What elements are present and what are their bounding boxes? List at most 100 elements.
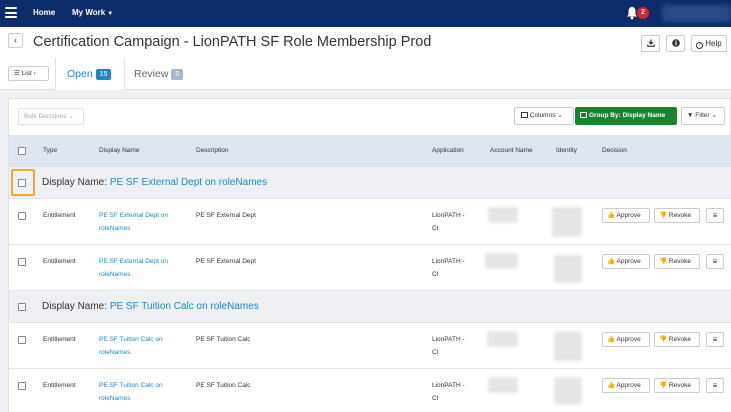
table-header: Type Display Name Description Applicatio… xyxy=(9,135,731,167)
top-navbar: Home My Work ▼ 2 xyxy=(0,0,731,27)
filter-label: Filter xyxy=(695,112,710,119)
approve-label: Approve xyxy=(616,212,641,219)
column-header-type[interactable]: Type xyxy=(43,147,57,154)
account-name-redacted xyxy=(488,207,518,223)
tab-review-count: 0 xyxy=(171,69,184,80)
revoke-button[interactable]: 👎 Revoke xyxy=(654,254,700,269)
row-type: Entitlement xyxy=(43,258,76,265)
menu-icon[interactable] xyxy=(5,7,17,18)
row-app-line1: LionPATH - xyxy=(432,212,465,219)
group-label-value[interactable]: PE SF Tuition Calc on roleNames xyxy=(110,301,259,312)
table-toolbar: Bulk Decisions ⌄ Columns ⌄ Group By: Dis… xyxy=(9,99,731,135)
tab-review[interactable]: Review 0 xyxy=(134,58,184,90)
row-display-name-link[interactable]: PE SF Tuition Calc on roleNames xyxy=(99,379,163,405)
thumbs-down-icon: 👎 xyxy=(659,382,668,389)
certification-card: Bulk Decisions ⌄ Columns ⌄ Group By: Dis… xyxy=(8,98,731,412)
table-row: Entitlement PE SF External Dept on roleNa… xyxy=(9,199,731,245)
nav-my-work-label: My Work xyxy=(72,8,106,17)
columns-label: Columns xyxy=(529,112,556,119)
group-select-checkbox[interactable] xyxy=(18,303,26,311)
revoke-button[interactable]: 👎 Revoke xyxy=(654,208,700,223)
revoke-button[interactable]: 👎 Revoke xyxy=(654,332,700,347)
filter-icon: ▼ xyxy=(687,112,694,119)
row-display-name-link[interactable]: PE SF External Dept on roleNames xyxy=(99,255,168,281)
page-title: Certification Campaign - LionPATH SF Rol… xyxy=(33,34,432,50)
info-icon xyxy=(671,39,680,47)
row-display-name-link[interactable]: PE SF External Dept on roleNames xyxy=(99,209,168,235)
table-row: Entitlement PE SF Tuition Calc on roleNam… xyxy=(9,369,731,412)
nav-my-work-menu[interactable]: My Work ▼ xyxy=(72,8,113,17)
thumbs-down-icon: 👎 xyxy=(659,258,668,265)
column-header-display-name[interactable]: Display Name xyxy=(99,147,139,154)
download-icon xyxy=(646,39,655,47)
row-checkbox[interactable] xyxy=(18,212,26,220)
row-menu-button[interactable]: ≡ xyxy=(706,332,724,347)
row-menu-button[interactable]: ≡ xyxy=(706,208,724,223)
row-app-line2: CI xyxy=(432,225,439,232)
user-menu[interactable] xyxy=(662,5,731,22)
nav-home-link[interactable]: Home xyxy=(33,8,55,17)
info-button[interactable] xyxy=(666,35,685,52)
chevron-right-icon: › xyxy=(33,70,36,77)
filter-button[interactable]: ▼ Filter ⌄ xyxy=(681,107,725,125)
row-application: LionPATH - CI xyxy=(432,209,465,235)
thumbs-up-icon: 👍 xyxy=(607,258,616,265)
chevron-left-icon: ‹ xyxy=(14,35,17,45)
row-checkbox[interactable] xyxy=(18,258,26,266)
tab-review-label: Review xyxy=(134,68,169,80)
approve-label: Approve xyxy=(616,336,641,343)
identity-redacted xyxy=(552,207,582,237)
thumbs-down-icon: 👎 xyxy=(659,336,668,343)
thumbs-down-icon: 👎 xyxy=(659,212,668,219)
row-menu-button[interactable]: ≡ xyxy=(706,254,724,269)
columns-icon xyxy=(521,112,528,118)
row-application: LionPATH - CI xyxy=(432,255,465,281)
list-icon: ☰ xyxy=(14,70,20,77)
row-display-line1: PE SF Tuition Calc on xyxy=(99,336,163,343)
main-panel: Bulk Decisions ⌄ Columns ⌄ Group By: Dis… xyxy=(0,90,731,412)
row-display-line1: PE SF Tuition Calc on xyxy=(99,382,163,389)
column-header-application[interactable]: Application xyxy=(432,147,464,154)
help-button[interactable]: ? Help xyxy=(691,35,727,52)
row-display-name-link[interactable]: PE SF Tuition Calc on roleNames xyxy=(99,333,163,359)
row-display-line2: roleNames xyxy=(99,271,131,278)
bulk-decisions-label: Bulk Decisions xyxy=(24,113,67,120)
row-app-line2: CI xyxy=(432,395,439,402)
chevron-down-icon: ⌄ xyxy=(711,112,717,119)
tab-open-count: 15 xyxy=(95,69,112,80)
group-label-prefix: Display Name: xyxy=(42,177,108,188)
row-checkbox[interactable] xyxy=(18,336,26,344)
row-type: Entitlement xyxy=(43,336,76,343)
columns-button[interactable]: Columns ⌄ xyxy=(514,107,574,125)
download-button[interactable] xyxy=(641,35,660,52)
thumbs-up-icon: 👍 xyxy=(607,382,616,389)
tab-open[interactable]: Open 15 xyxy=(55,58,125,91)
column-header-account-name[interactable]: Account Name xyxy=(490,147,533,154)
back-button[interactable]: ‹ xyxy=(8,33,23,48)
row-description: PE SF Tuition Calc xyxy=(196,336,251,343)
row-checkbox[interactable] xyxy=(18,382,26,390)
approve-button[interactable]: 👍 Approve xyxy=(602,332,650,347)
revoke-label: Revoke xyxy=(668,336,691,343)
approve-button[interactable]: 👍 Approve xyxy=(602,378,650,393)
identity-redacted xyxy=(554,331,582,361)
select-all-checkbox[interactable] xyxy=(18,147,26,155)
column-header-description[interactable]: Description xyxy=(196,147,229,154)
group-select-checkbox[interactable] xyxy=(18,179,26,187)
column-header-identity[interactable]: Identity xyxy=(556,147,577,154)
chevron-down-icon: ⌄ xyxy=(557,112,563,119)
list-toggle-button[interactable]: ☰ List › xyxy=(8,66,49,81)
title-bar: ‹ Certification Campaign - LionPATH SF R… xyxy=(0,27,731,58)
column-header-decision[interactable]: Decision xyxy=(602,147,627,154)
approve-button[interactable]: 👍 Approve xyxy=(602,208,650,223)
revoke-button[interactable]: 👎 Revoke xyxy=(654,378,700,393)
group-by-button[interactable]: Group By: Display Name xyxy=(575,107,677,125)
tab-open-label: Open xyxy=(67,68,93,80)
row-menu-button[interactable]: ≡ xyxy=(706,378,724,393)
thumbs-up-icon: 👍 xyxy=(607,212,616,219)
account-name-redacted xyxy=(487,331,518,347)
identity-redacted xyxy=(554,255,582,283)
bulk-decisions-button[interactable]: Bulk Decisions ⌄ xyxy=(18,108,84,125)
group-label-value[interactable]: PE SF External Dept on roleNames xyxy=(110,177,267,188)
approve-button[interactable]: 👍 Approve xyxy=(602,254,650,269)
